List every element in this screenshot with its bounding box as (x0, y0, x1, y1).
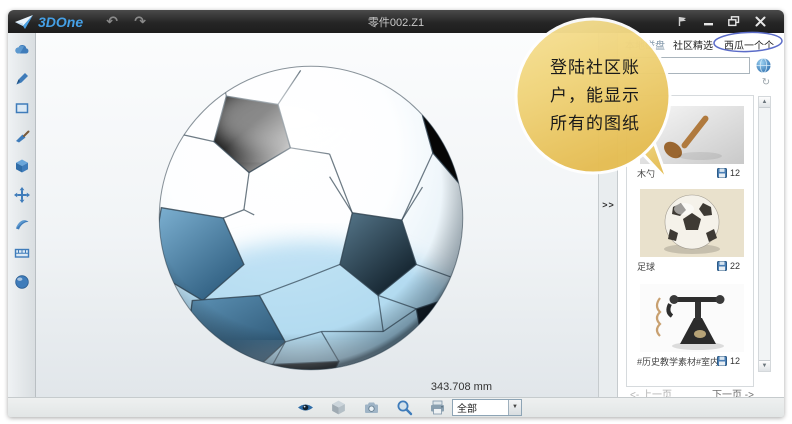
redo-icon[interactable]: ↷ (129, 13, 151, 30)
list-item-caption: 足球 22 (637, 260, 749, 272)
dropdown-arrow-icon[interactable]: ▼ (508, 400, 521, 415)
callout-text: 登陆社区账 户，能显示 所有的图纸 (532, 54, 658, 138)
refresh-icon[interactable]: ↻ (760, 77, 772, 89)
soccer-ball-model (156, 58, 466, 378)
app-logo: 3DOne (8, 14, 83, 30)
paper-plane-icon (14, 14, 34, 30)
left-toolbar (8, 33, 36, 397)
callout-line: 户，能显示 (532, 82, 658, 110)
view-cube-icon[interactable] (330, 399, 347, 416)
app-logo-text: 3DOne (38, 14, 83, 30)
download-count: 12 (730, 168, 740, 178)
item-title: 足球 (637, 260, 717, 273)
item-title: #历史教学素材#室内摆设 (637, 355, 717, 368)
eye-visibility-icon[interactable] (297, 399, 314, 416)
zoom-magnifier-icon[interactable] (396, 399, 413, 416)
sidebar-scrollbar[interactable]: ▲ ▼ (758, 96, 771, 372)
move-transform-icon[interactable] (14, 187, 30, 203)
download-count: 12 (730, 356, 740, 366)
undo-icon[interactable]: ↶ (101, 13, 123, 30)
callout-line: 所有的图纸 (532, 110, 658, 138)
antique-telephone-image (640, 284, 744, 352)
print-icon[interactable] (429, 399, 446, 416)
scroll-down-icon[interactable]: ▼ (759, 360, 770, 371)
download-count: 22 (730, 261, 740, 271)
measure-ruler-icon[interactable] (14, 245, 30, 261)
snapshot-camera-icon[interactable] (363, 399, 380, 416)
list-item-thumbnail[interactable] (640, 189, 744, 257)
minimize-icon[interactable] (702, 15, 714, 27)
special-effect-icon[interactable] (14, 216, 30, 232)
sketch-pen-icon[interactable] (14, 71, 30, 87)
save-disk-icon (717, 168, 727, 178)
save-disk-icon (717, 356, 727, 366)
restore-icon[interactable] (728, 15, 740, 27)
globe-search-icon[interactable] (755, 57, 772, 74)
list-item-thumbnail[interactable] (640, 284, 744, 352)
callout-line: 登陆社区账 (532, 54, 658, 82)
filter-dropdown-value: 全部 (453, 400, 508, 415)
scroll-up-icon[interactable]: ▲ (759, 97, 770, 108)
list-item-caption: #历史教学素材#室内摆设 12 (637, 355, 749, 367)
screen: 3DOne ↶ ↷ 零件002.Z1 (0, 0, 792, 424)
cloud-icon[interactable] (14, 42, 30, 58)
material-sphere-icon[interactable] (14, 274, 30, 290)
feature-cube-icon[interactable] (14, 158, 30, 174)
close-icon[interactable] (754, 15, 766, 27)
soccer-ball-photo (640, 189, 744, 257)
dimension-label: 343.708 mm (362, 381, 492, 393)
edit-tool-icon[interactable] (14, 129, 30, 145)
filter-dropdown[interactable]: 全部 ▼ (452, 399, 522, 416)
sidebar-expander[interactable]: >> (600, 200, 617, 214)
username-annotation-ellipse (712, 30, 784, 54)
sketch-shape-icon[interactable] (14, 100, 30, 116)
save-disk-icon (717, 261, 727, 271)
